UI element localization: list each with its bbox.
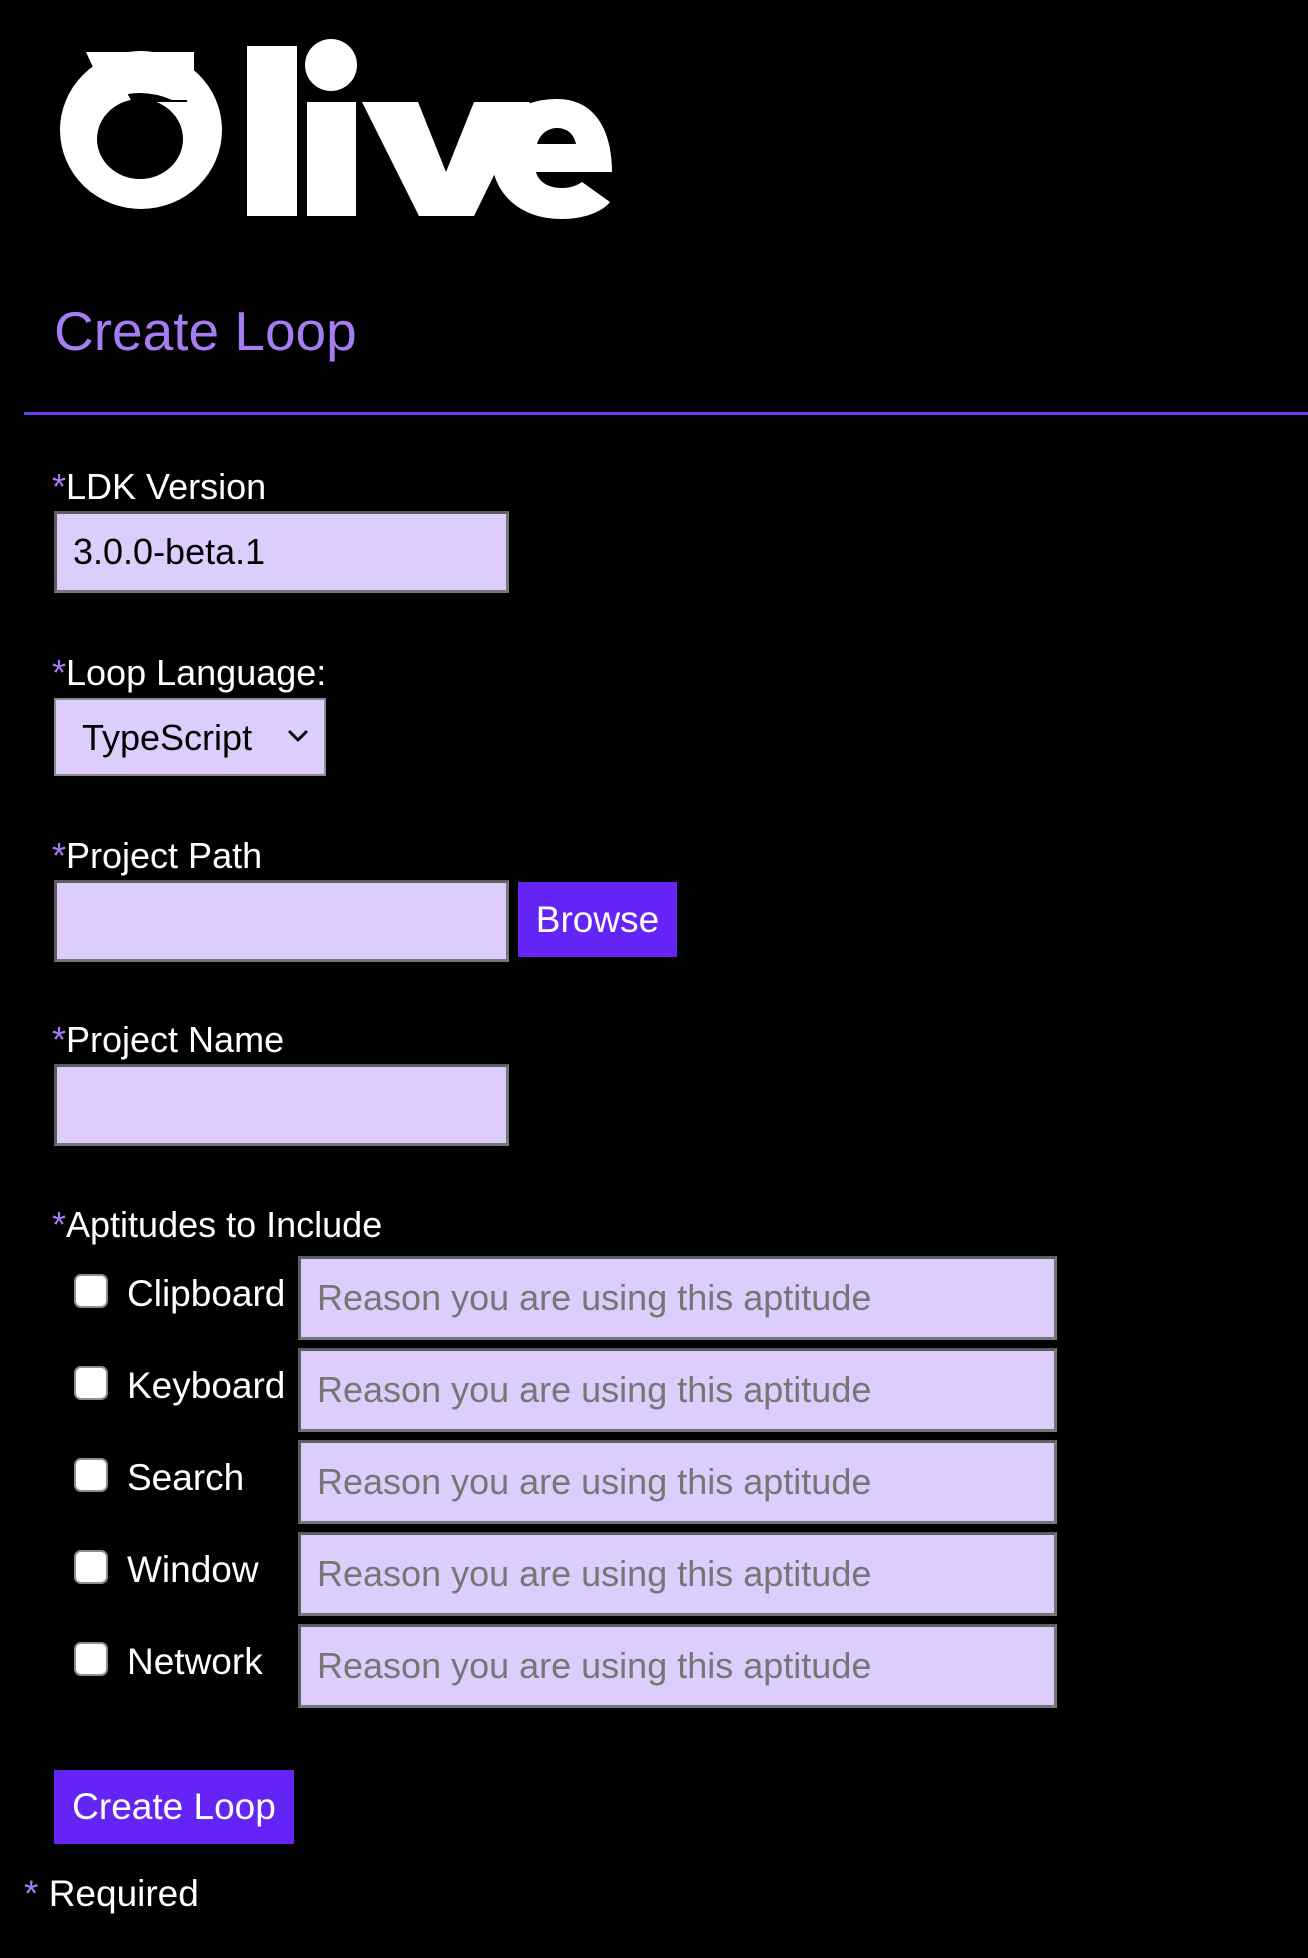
required-marker: * [52, 652, 67, 693]
chevron-down-icon [288, 730, 308, 742]
window-checkbox[interactable] [74, 1550, 108, 1584]
aptitudes-label-text: Aptitudes to Include [66, 1204, 383, 1245]
aptitude-row-clipboard: Clipboard [0, 1256, 1100, 1340]
project-name-input[interactable] [54, 1064, 509, 1146]
browse-button[interactable]: Browse [518, 882, 677, 957]
aptitude-label: Window [127, 1549, 259, 1590]
loop-language-label: *Loop Language: [52, 651, 326, 695]
required-marker: * [24, 1873, 39, 1914]
aptitudes-label: *Aptitudes to Include [52, 1203, 382, 1247]
aptitude-label: Network [127, 1641, 263, 1682]
loop-language-label-text: Loop Language: [66, 652, 327, 693]
page-title: Create Loop [54, 300, 357, 362]
clipboard-reason-input[interactable] [298, 1256, 1057, 1340]
aptitude-row-search: Search [0, 1440, 1100, 1524]
aptitude-row-keyboard: Keyboard [0, 1348, 1100, 1432]
required-marker: * [52, 1204, 67, 1245]
search-reason-input[interactable] [298, 1440, 1057, 1524]
keyboard-checkbox[interactable] [74, 1366, 108, 1400]
aptitude-label: Search [127, 1457, 245, 1498]
window-reason-input[interactable] [298, 1532, 1057, 1616]
required-note: * Required [24, 1872, 199, 1916]
required-note-text: Required [48, 1873, 199, 1914]
aptitude-row-window: Window [0, 1532, 1100, 1616]
ldk-version-label: *LDK Version [52, 465, 266, 509]
olive-logo [60, 39, 612, 219]
loop-language-select[interactable]: TypeScript [54, 698, 326, 776]
keyboard-reason-input[interactable] [298, 1348, 1057, 1432]
project-path-label-text: Project Path [66, 835, 263, 876]
search-checkbox[interactable] [74, 1458, 108, 1492]
project-name-label-text: Project Name [66, 1019, 285, 1060]
project-path-input[interactable] [54, 880, 509, 962]
loop-language-selected-value: TypeScript [82, 717, 253, 758]
aptitude-label: Keyboard [127, 1365, 286, 1406]
aptitude-row-network: Network [0, 1624, 1100, 1708]
clipboard-checkbox[interactable] [74, 1274, 108, 1308]
divider [24, 412, 1308, 415]
required-marker: * [52, 466, 67, 507]
required-marker: * [52, 835, 67, 876]
network-checkbox[interactable] [74, 1642, 108, 1676]
required-marker: * [52, 1019, 67, 1060]
create-loop-button[interactable]: Create Loop [54, 1770, 294, 1844]
aptitude-label: Clipboard [127, 1273, 286, 1314]
ldk-version-input[interactable] [54, 511, 509, 593]
ldk-version-label-text: LDK Version [66, 466, 267, 507]
project-name-label: *Project Name [52, 1018, 284, 1062]
network-reason-input[interactable] [298, 1624, 1057, 1708]
project-path-label: *Project Path [52, 834, 262, 878]
